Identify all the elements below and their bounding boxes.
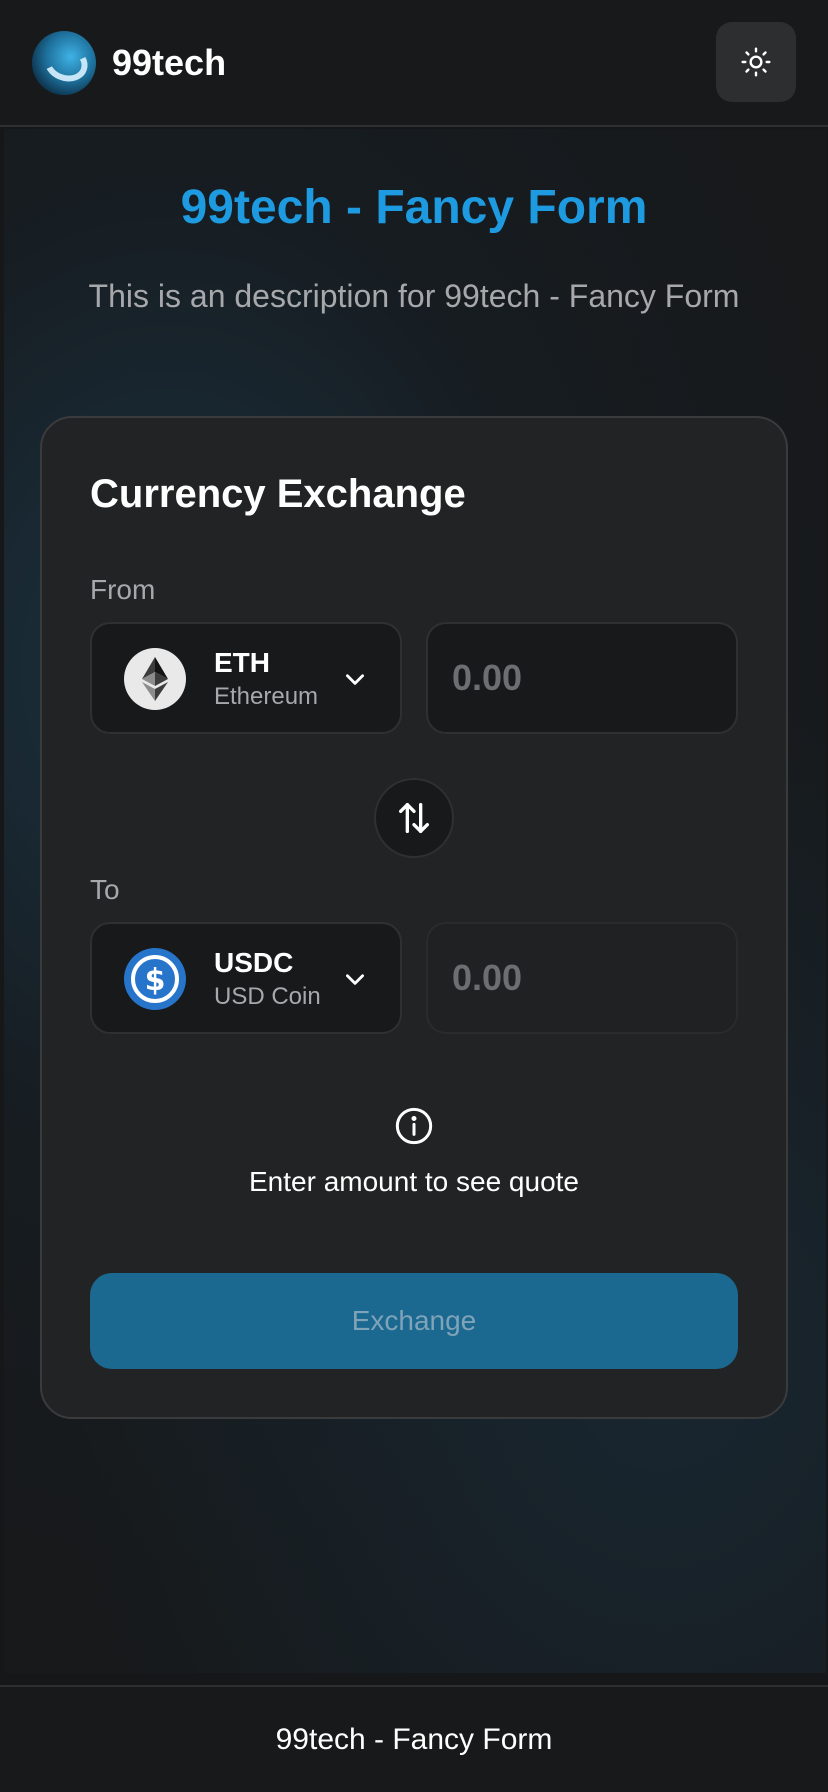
from-amount-input[interactable]	[426, 622, 738, 734]
swap-tokens-button[interactable]	[374, 778, 454, 858]
card-title: Currency Exchange	[90, 472, 466, 516]
from-label: From	[90, 574, 156, 605]
info-icon	[395, 1107, 433, 1145]
chevron-down-icon	[346, 674, 364, 685]
usdc-icon: $	[124, 948, 186, 1010]
from-token-name: Ethereum	[214, 683, 319, 710]
footer-text: 99tech - Fancy Form	[275, 1723, 553, 1756]
ethereum-icon	[124, 648, 186, 710]
exchange-button[interactable]: Exchange	[90, 1273, 738, 1369]
brand-name[interactable]: 99tech	[112, 40, 226, 86]
page-description: This is an description for 99tech - Fanc…	[88, 278, 740, 314]
to-label: To	[90, 874, 120, 905]
swap-vertical-icon	[399, 803, 429, 833]
exchange-card	[40, 416, 788, 1419]
to-token-symbol: USDC	[214, 947, 294, 978]
from-token-symbol: ETH	[214, 647, 270, 678]
brand-logo[interactable]	[32, 31, 96, 95]
page-title: 99tech - Fancy Form	[180, 181, 648, 234]
quote-message: Enter amount to see quote	[249, 1166, 579, 1197]
svg-text:$: $	[145, 963, 166, 998]
chevron-down-icon	[346, 974, 364, 985]
sun-icon	[741, 47, 771, 77]
to-amount-input[interactable]	[426, 922, 738, 1034]
to-token-name: USD Coin	[214, 983, 321, 1010]
theme-toggle-button[interactable]	[716, 22, 796, 102]
to-token-select[interactable]: $ USDC USD Coin	[90, 922, 402, 1034]
from-token-select[interactable]: ETH Ethereum	[90, 622, 402, 734]
